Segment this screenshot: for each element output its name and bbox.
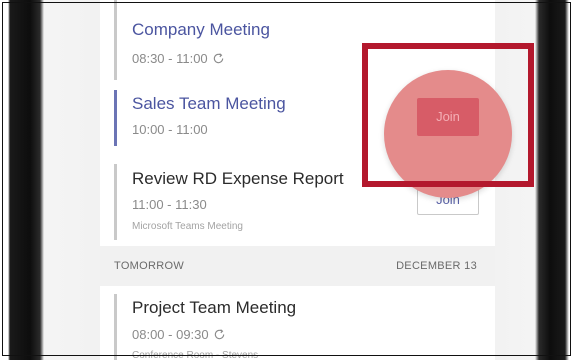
phone-frame-left — [0, 0, 100, 360]
highlight-box — [362, 43, 534, 187]
event-time: 08:00 - 09:30 — [132, 327, 226, 344]
event-title: Sales Team Meeting — [132, 94, 286, 113]
event-time: 08:30 - 11:00 — [132, 51, 225, 68]
event-title: Review RD Expense Report — [132, 169, 344, 188]
event-time-text: 08:30 - 11:00 — [132, 51, 208, 66]
event-title: Company Meeting — [132, 20, 270, 39]
section-date: DECEMBER 13 — [396, 260, 477, 272]
event-bar — [114, 294, 117, 360]
event-title: Project Team Meeting — [132, 298, 297, 317]
event-bar — [114, 164, 117, 240]
sync-icon — [212, 52, 225, 68]
event-location: Microsoft Teams Meeting — [132, 221, 243, 232]
event-time: 11:00 - 11:30 — [132, 197, 207, 212]
section-label: TOMORROW — [114, 260, 185, 272]
event-time: 10:00 - 11:00 — [132, 122, 208, 137]
sync-icon — [213, 328, 226, 344]
event-item[interactable]: Project Team Meeting 08:00 - 09:30 Confe… — [100, 288, 495, 361]
event-location: Conference Room - Stevens — [132, 350, 259, 361]
event-bar — [114, 90, 117, 146]
event-time-text: 08:00 - 09:30 — [132, 327, 209, 342]
section-header: TOMORROW DECEMBER 13 — [100, 246, 495, 286]
event-bar — [114, 0, 117, 80]
